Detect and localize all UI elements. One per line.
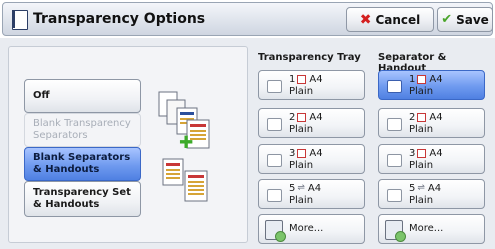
paper-type: Plain — [409, 124, 434, 135]
tray-number: 5 — [409, 183, 416, 194]
paper-type: Plain — [409, 86, 434, 97]
save-button[interactable]: ✔ Save — [437, 7, 493, 32]
option-label: Off — [33, 90, 50, 101]
paper-tray-icon — [417, 149, 427, 158]
tray-number: 2 — [289, 112, 296, 123]
option-label: Transparency Set & Handouts — [33, 187, 131, 210]
checkmark-icon: ✔ — [441, 12, 453, 27]
tray-info: 2 A4 — [409, 112, 443, 123]
checkbox — [387, 154, 402, 167]
more-label: More... — [409, 223, 444, 234]
checkbox — [267, 189, 282, 202]
tray-number: 3 — [409, 148, 416, 159]
document-icon — [12, 10, 28, 30]
separator-tray-2[interactable]: 2 A4 Plain — [378, 108, 485, 138]
paper-size: A4 — [429, 112, 443, 123]
tray-number: 1 — [409, 74, 416, 85]
option-label: Blank Separators & Handouts — [33, 152, 131, 175]
bypass-tray-icon: ⇌ — [417, 183, 425, 193]
paper-tray-icon — [417, 75, 427, 84]
tray-more-icon — [265, 220, 286, 242]
separator-tray-more-button[interactable]: More... — [378, 214, 485, 244]
option-blank-transparency-separators: Blank Transparency Separators — [24, 113, 141, 147]
handouts-illustration — [162, 158, 208, 202]
transparency-tray-more-button[interactable]: More... — [258, 214, 365, 244]
paper-type: Plain — [409, 160, 434, 171]
separator-tray-3[interactable]: 3 A4 Plain — [378, 144, 485, 174]
save-button-label: Save — [456, 12, 489, 27]
separator-tray-1[interactable]: 1 A4 Plain — [378, 70, 485, 100]
paper-tray-icon — [417, 113, 427, 122]
transparency-tray-1[interactable]: 1 A4 Plain — [258, 70, 365, 100]
tray-info: 3 A4 — [409, 148, 443, 159]
tray-more-icon — [385, 220, 406, 242]
transparency-tray-2[interactable]: 2 A4 Plain — [258, 108, 365, 138]
options-panel: Off Blank Transparency Separators Blank … — [8, 46, 248, 243]
paper-size: A4 — [309, 112, 323, 123]
cancel-button-label: Cancel — [375, 12, 421, 27]
tray-number: 1 — [289, 74, 296, 85]
transparency-tray-5[interactable]: 5 ⇌ A4 Plain — [258, 179, 365, 209]
option-blank-separators-handouts[interactable]: Blank Separators & Handouts — [24, 147, 141, 181]
more-label: More... — [289, 223, 324, 234]
title-bar: Transparency Options ✖ Cancel ✔ Save — [2, 2, 493, 36]
transparency-tray-3[interactable]: 3 A4 Plain — [258, 144, 365, 174]
plus-icon: ✚ — [179, 133, 194, 153]
checkbox — [267, 80, 282, 93]
bypass-tray-icon: ⇌ — [297, 183, 305, 193]
option-label: Blank Transparency Separators — [33, 118, 131, 141]
paper-size: A4 — [429, 148, 443, 159]
tray-info: 2 A4 — [289, 112, 323, 123]
checkbox — [267, 118, 282, 131]
paper-tray-icon — [297, 113, 307, 122]
option-off[interactable]: Off — [24, 79, 141, 113]
checkbox — [387, 118, 402, 131]
tray-info: 1 A4 — [409, 74, 443, 85]
checkbox — [387, 80, 402, 93]
paper-size: A4 — [427, 183, 442, 194]
paper-type: Plain — [289, 195, 314, 206]
paper-size: A4 — [307, 183, 322, 194]
paper-tray-icon — [297, 149, 307, 158]
checkbox — [267, 154, 282, 167]
page-title: Transparency Options — [33, 11, 206, 27]
checkbox — [387, 189, 402, 202]
paper-tray-icon — [297, 75, 307, 84]
separator-tray-5[interactable]: 5 ⇌ A4 Plain — [378, 179, 485, 209]
paper-type: Plain — [289, 160, 314, 171]
paper-type: Plain — [409, 195, 434, 206]
tray-number: 5 — [289, 183, 296, 194]
paper-type: Plain — [289, 124, 314, 135]
paper-size: A4 — [309, 74, 323, 85]
cancel-button[interactable]: ✖ Cancel — [346, 7, 434, 32]
transparency-tray-heading: Transparency Tray — [258, 52, 361, 63]
option-transparency-set-handouts[interactable]: Transparency Set & Handouts — [24, 181, 141, 217]
tray-info: 5 ⇌ A4 — [409, 183, 441, 194]
paper-type: Plain — [289, 86, 314, 97]
tray-number: 3 — [289, 148, 296, 159]
paper-size: A4 — [309, 148, 323, 159]
tray-info: 1 A4 — [289, 74, 323, 85]
tray-info: 5 ⇌ A4 — [289, 183, 321, 194]
close-icon: ✖ — [359, 11, 372, 28]
tray-number: 2 — [409, 112, 416, 123]
tray-info: 3 A4 — [289, 148, 323, 159]
paper-size: A4 — [429, 74, 443, 85]
